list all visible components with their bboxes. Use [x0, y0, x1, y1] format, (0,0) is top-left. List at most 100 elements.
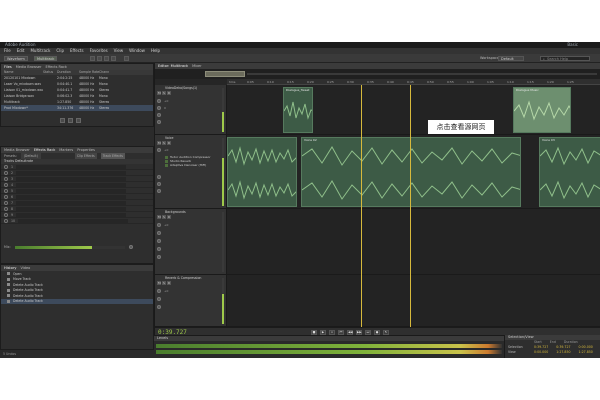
move-tool-icon[interactable] [90, 56, 95, 61]
workspace-select[interactable]: Default [498, 56, 524, 61]
power-icon[interactable] [4, 164, 8, 169]
track-header[interactable]: Reverb & Compression MSR +0 [155, 275, 227, 327]
track-name[interactable]: Voice [165, 136, 173, 140]
search-input[interactable]: ⌕ Search Help [540, 56, 590, 61]
power-icon[interactable] [4, 182, 8, 187]
clip-effects-tab[interactable]: Clip Effects [74, 153, 97, 159]
mix-knob[interactable] [128, 245, 133, 249]
status-bar: 5 Undos [0, 350, 154, 358]
track-header[interactable]: VideoDeko/Songs(1) MSR +0 0 [155, 85, 227, 135]
slot-field[interactable] [16, 212, 127, 217]
volume-knob[interactable] [157, 289, 161, 293]
pan-knob[interactable] [157, 106, 161, 110]
tab-markers[interactable]: Markers [59, 147, 73, 153]
slot-number: 10 [11, 218, 16, 223]
power-icon[interactable] [4, 188, 8, 193]
track-lane[interactable]: Voice 02 Voice 03 [227, 135, 600, 209]
slot-field[interactable] [16, 206, 127, 211]
play-preview-icon[interactable] [60, 118, 65, 123]
solo-button[interactable]: S [162, 281, 166, 285]
slot-field[interactable] [16, 164, 127, 169]
power-icon[interactable] [4, 200, 8, 205]
slot-field[interactable] [16, 194, 127, 199]
time-selection-tool-icon[interactable] [111, 56, 116, 61]
razor-tool-icon[interactable] [97, 56, 102, 61]
fx-slot-icon[interactable] [157, 247, 161, 251]
playhead[interactable] [361, 85, 362, 329]
snap-icon[interactable] [124, 56, 129, 61]
mute-button[interactable]: M [157, 281, 161, 285]
fx-slot-icon[interactable] [157, 297, 161, 301]
record-button[interactable]: R [167, 91, 171, 95]
mute-button[interactable]: M [157, 91, 161, 95]
file-channels: Stereo [99, 106, 109, 110]
solo-button[interactable]: S [162, 141, 166, 145]
tab-history[interactable]: History [4, 265, 16, 271]
effect-slot[interactable]: 10 [1, 218, 153, 224]
fx-slot-icon[interactable] [157, 305, 161, 309]
slot-field[interactable] [16, 176, 127, 181]
slot-field[interactable] [16, 188, 127, 193]
track-header[interactable]: Voice MSR +0 Tudor Audition Compressor S… [155, 135, 227, 209]
power-icon[interactable] [4, 170, 8, 175]
slip-tool-icon[interactable] [104, 56, 109, 61]
fx-slot-icon[interactable] [157, 182, 161, 186]
slot-field[interactable] [18, 218, 129, 223]
view-end[interactable]: 1:27.850 [556, 350, 570, 355]
power-icon[interactable] [4, 218, 8, 223]
multitrack-button[interactable]: Multitrack [34, 56, 58, 61]
mute-button[interactable]: M [157, 215, 161, 219]
loop-preview-icon[interactable] [68, 118, 73, 123]
power-icon[interactable] [4, 194, 8, 199]
power-icon[interactable] [4, 176, 8, 181]
file-row[interactable]: Prod Mixdown* 34:11.376 48000 Hz Stereo [1, 105, 153, 111]
input-icon[interactable] [157, 113, 161, 117]
power-icon[interactable] [4, 206, 8, 211]
fx-slot-icon[interactable] [157, 175, 161, 179]
tab-video[interactable]: Video [20, 265, 30, 271]
watermark-overlay[interactable]: 点击查看源网页 [428, 120, 494, 134]
slot-field[interactable] [16, 170, 127, 175]
track-header[interactable]: Backgrounds MSR +0 [155, 209, 227, 275]
fx-slot-icon[interactable] [157, 189, 161, 193]
view-duration[interactable]: 1:27.850 [579, 350, 593, 355]
view-start[interactable]: 0:00.000 [534, 350, 548, 355]
track-lane[interactable]: Dialogue_Tweet Dialogue Music [227, 85, 600, 135]
slot-field[interactable] [16, 200, 127, 205]
power-icon[interactable] [4, 212, 8, 217]
track-effects-tab[interactable]: Track Effects [100, 153, 125, 159]
session-overview[interactable] [155, 69, 600, 79]
slot-field[interactable] [16, 182, 127, 187]
ruler-tick: 0:25 [327, 80, 334, 84]
volume-knob[interactable] [157, 223, 161, 227]
fx-slot-icon[interactable] [157, 255, 161, 259]
effect-enabled-icon[interactable] [165, 163, 168, 167]
solo-button[interactable]: S [162, 215, 166, 219]
history-item[interactable]: Delete Audio Track [1, 298, 153, 304]
solo-button[interactable]: S [162, 91, 166, 95]
fx-slot-icon[interactable] [157, 231, 161, 235]
output-icon[interactable] [157, 120, 161, 124]
track-lane[interactable] [227, 209, 600, 275]
fx-slot-icon[interactable] [157, 239, 161, 243]
audio-clip[interactable]: Dialogue Music [513, 87, 571, 133]
autoplay-icon[interactable] [76, 118, 81, 123]
playhead-marker[interactable] [410, 85, 411, 329]
track-lane[interactable] [227, 275, 600, 327]
audio-clip[interactable]: Voice 02 [301, 137, 521, 207]
overview-zoom-handle[interactable] [205, 71, 245, 77]
track-name[interactable]: Backgrounds [165, 210, 186, 214]
track-name[interactable]: VideoDeko/Songs(1) [165, 86, 197, 90]
record-button[interactable]: R [167, 215, 171, 219]
audio-clip[interactable]: Dialogue_Tweet [283, 87, 313, 133]
effect-item[interactable]: Adaptive Denoiser (HiFi) [165, 163, 211, 167]
track-name[interactable]: Reverb & Compression [165, 276, 201, 280]
volume-knob[interactable] [157, 99, 161, 103]
record-button[interactable]: R [167, 281, 171, 285]
record-button[interactable]: R [167, 141, 171, 145]
volume-knob[interactable] [157, 148, 161, 152]
waveform-button[interactable]: Waveform [4, 56, 28, 61]
audio-clip[interactable]: Voice 03 [539, 137, 600, 207]
audio-clip[interactable] [227, 137, 297, 207]
mute-button[interactable]: M [157, 141, 161, 145]
